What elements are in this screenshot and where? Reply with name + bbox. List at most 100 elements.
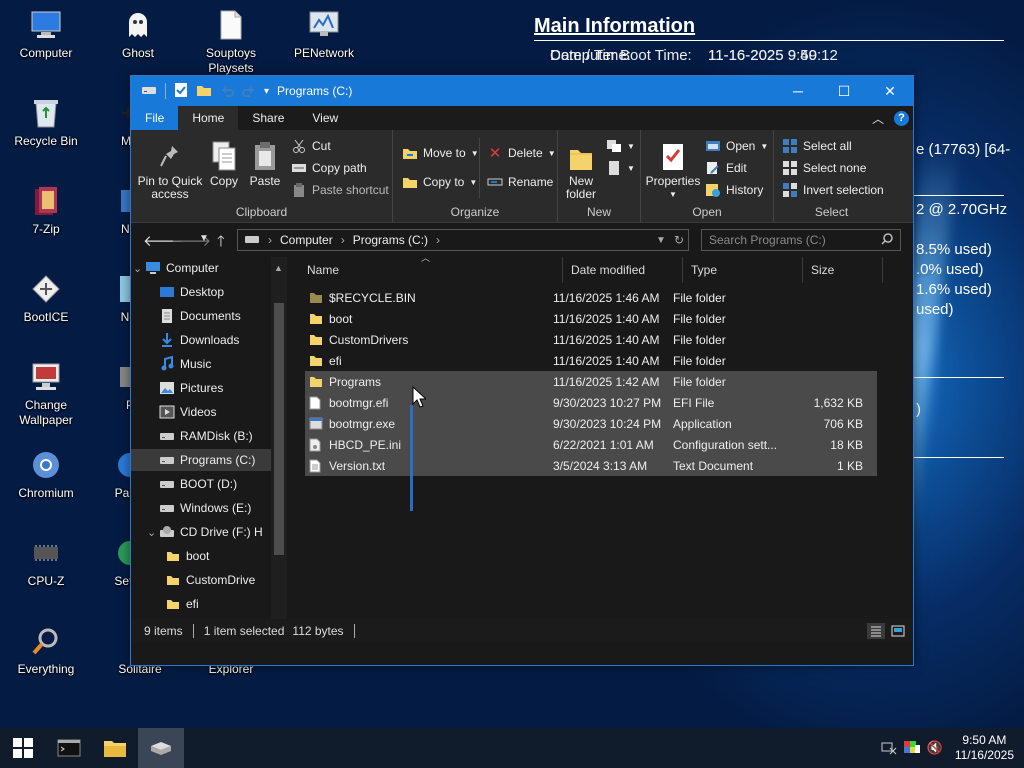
large-icons-view-icon[interactable] [889, 623, 907, 639]
properties-qa-icon[interactable] [174, 82, 188, 101]
properties-button[interactable]: Properties ▼ [645, 138, 701, 201]
invert-selection-button[interactable]: Invert selection [782, 181, 884, 199]
new-folder-button[interactable]: New folder [560, 138, 602, 201]
select-none-button[interactable]: Select none [782, 159, 866, 177]
close-button[interactable]: ✕ [867, 76, 913, 106]
desktop-icon-souptoys-playsets[interactable]: Souptoys Playsets [187, 8, 275, 76]
nav-item-cd-drive-f-h[interactable]: ⌄ CD Drive (F:) H [131, 521, 271, 543]
column-header-size[interactable]: Size [803, 257, 883, 283]
desktop-icon-cpu-z[interactable]: CPU-Z [2, 536, 90, 589]
paste-button[interactable]: Paste [245, 138, 285, 188]
nav-item-boot[interactable]: boot [131, 545, 271, 567]
nav-scrollbar[interactable]: ▲ ▼ [271, 257, 287, 643]
clock[interactable]: 9:50 AM 11/16/2025 [955, 733, 1014, 763]
tab-share[interactable]: Share [238, 106, 298, 130]
tab-file[interactable]: File [131, 106, 179, 130]
tab-home[interactable]: Home [178, 106, 239, 130]
taskbar-drive-app[interactable] [138, 728, 184, 768]
details-view-icon[interactable] [867, 623, 885, 639]
scrollbar-thumb[interactable] [274, 303, 284, 555]
nav-item-documents[interactable]: Documents [131, 305, 271, 327]
refresh-icon[interactable]: ↻ [674, 233, 684, 247]
display-tray-icon[interactable] [903, 739, 921, 758]
recent-locations-icon[interactable]: ▼ [199, 233, 209, 244]
copy-button[interactable]: Copy [205, 138, 243, 188]
rename-button[interactable]: Rename [487, 173, 553, 191]
column-header-name[interactable]: Name [299, 257, 563, 283]
address-dropdown-icon[interactable]: ▼ [656, 235, 666, 246]
maximize-button[interactable]: ☐ [821, 76, 867, 106]
copy-to-button[interactable]: Copy to ▼ [402, 173, 477, 191]
taskbar-command-prompt[interactable] [46, 728, 92, 768]
breadcrumb-computer[interactable]: Computer [280, 233, 333, 247]
cut-button[interactable]: Cut [291, 137, 331, 155]
expand-chevron-icon[interactable]: ⌄ [147, 526, 159, 539]
tab-view[interactable]: View [298, 106, 352, 130]
copy-path-button[interactable]: Copy path [291, 159, 367, 177]
desktop-icon-computer[interactable]: Computer [2, 8, 90, 61]
file-row[interactable]: Programs 11/16/2025 1:42 AM File folder [305, 371, 877, 392]
start-button[interactable] [0, 728, 46, 768]
nav-item-downloads[interactable]: Downloads [131, 329, 271, 351]
scroll-up-icon[interactable]: ▲ [274, 263, 283, 273]
file-row[interactable]: CustomDrivers 11/16/2025 1:40 AM File fold… [305, 329, 877, 350]
file-row[interactable]: efi 11/16/2025 1:40 AM File folder [305, 350, 877, 371]
desktop-icon-ghost[interactable]: Ghost [94, 8, 182, 61]
collapse-ribbon-icon[interactable]: ︿ [872, 110, 884, 127]
breadcrumb-programs[interactable]: Programs (C:) [353, 233, 428, 247]
easy-access-button[interactable]: ▼ [606, 159, 635, 177]
volume-muted-icon[interactable]: 🔇 [927, 740, 943, 756]
pin-to-quick-access-button[interactable]: Pin to Quick access [135, 138, 205, 201]
new-item-button[interactable]: ▼ [606, 137, 635, 155]
select-all-button[interactable]: Select all [782, 137, 852, 155]
file-row[interactable]: bootmgr.efi 9/30/2023 10:27 PM EFI File 1,6… [305, 392, 877, 413]
file-type-cell: File folder [673, 374, 726, 389]
nav-item-pictures[interactable]: Pictures [131, 377, 271, 399]
desktop-icon-everything[interactable]: Everything [2, 624, 90, 677]
nav-item-customdrive[interactable]: CustomDrive [131, 569, 271, 591]
open-button[interactable]: Open ▼ [705, 137, 768, 155]
paste-shortcut-button[interactable]: Paste shortcut [291, 181, 389, 199]
nav-item-programs-c[interactable]: Programs (C:) [131, 449, 271, 471]
file-row[interactable]: HBCD_PE.ini 6/22/2021 1:01 AM Configuratio… [305, 434, 877, 455]
file-row[interactable]: $RECYCLE.BIN 11/16/2025 1:46 AM File folde… [305, 287, 877, 308]
help-icon[interactable]: ? [894, 110, 909, 126]
history-button[interactable]: History [705, 181, 763, 199]
desktop-icon-penetwork[interactable]: PENetwork [280, 8, 368, 61]
nav-item-boot-d[interactable]: BOOT (D:) [131, 473, 271, 495]
search-input[interactable]: Search Programs (C:) [701, 229, 901, 251]
desktop-icon-7-zip[interactable]: 7-Zip [2, 184, 90, 237]
edit-button[interactable]: Edit [705, 159, 747, 177]
nav-item-videos[interactable]: Videos [131, 401, 271, 423]
nav-item-music[interactable]: Music [131, 353, 271, 375]
nav-item-computer[interactable]: ⌄ Computer [131, 257, 271, 279]
new-folder-qa-icon[interactable] [196, 83, 212, 100]
file-row[interactable]: boot 11/16/2025 1:40 AM File folder [305, 308, 877, 329]
desktop-icon-change-wallpaper[interactable]: Change Wallpaper [2, 360, 90, 428]
minimize-button[interactable]: ─ [775, 76, 821, 106]
file-type-cell: File folder [673, 332, 726, 347]
column-header-type[interactable]: Type [683, 257, 803, 283]
desktop-icon-chromium[interactable]: Chromium [2, 448, 90, 501]
file-row[interactable]: bootmgr.exe 9/30/2023 10:24 PM Application… [305, 413, 877, 434]
address-bar[interactable]: › Computer › Programs (C:) › ▼ ↻ [237, 229, 689, 251]
desktop-icon-bootice[interactable]: BootICE [2, 272, 90, 325]
move-to-button[interactable]: Move to ▼ [402, 144, 479, 162]
nav-item-ramdisk-b[interactable]: RAMDisk (B:) [131, 425, 271, 447]
expand-chevron-icon[interactable]: ⌄ [133, 262, 145, 275]
nav-item-efi[interactable]: efi [131, 593, 271, 615]
nav-item-label: Programs (C:) [180, 453, 256, 467]
undo-icon[interactable] [220, 83, 234, 100]
column-header-date[interactable]: Date modified [563, 257, 683, 283]
file-row[interactable]: Version.txt 3/5/2024 3:13 AM Text Document… [305, 455, 877, 476]
delete-button[interactable]: ✕ Delete ▼ [487, 144, 556, 162]
redo-icon[interactable] [242, 83, 256, 100]
nav-item-windows-e[interactable]: Windows (E:) [131, 497, 271, 519]
nav-item-desktop[interactable]: Desktop [131, 281, 271, 303]
customize-toolbar-icon[interactable]: ▾ [264, 86, 269, 97]
desktop-icon-recycle-bin[interactable]: Recycle Bin [2, 96, 90, 149]
taskbar-file-explorer[interactable] [92, 728, 138, 768]
network-tray-icon[interactable] [881, 739, 897, 758]
up-button[interactable]: 🡑 [217, 231, 225, 256]
title-bar[interactable]: ▾ Programs (C:) ─ ☐ ✕ [131, 76, 913, 106]
